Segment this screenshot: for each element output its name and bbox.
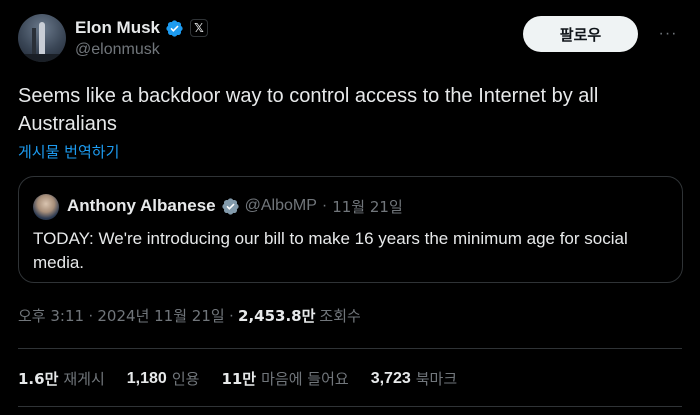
tweet-meta-row: 오후 3:11 · 2024년 11월 21일 · 2,453.8만 조회수 bbox=[18, 305, 361, 326]
tweet-text: Seems like a backdoor way to control acc… bbox=[18, 85, 599, 135]
quotes-label: 인용 bbox=[171, 370, 200, 388]
divider bbox=[18, 406, 682, 407]
quoted-tweet-date[interactable]: 11월 21일 bbox=[332, 196, 403, 217]
author-handle[interactable]: @elonmusk bbox=[75, 41, 208, 59]
avatar-ground-shape bbox=[18, 54, 66, 62]
reposts-count: 1.6만 bbox=[18, 370, 59, 388]
author-names: Elon Musk 𝕏 @elonmusk bbox=[75, 16, 209, 59]
likes-label: 마음에 들어요 bbox=[261, 370, 349, 388]
author-display-name[interactable]: Elon Musk bbox=[75, 18, 160, 38]
meta-separator: · bbox=[228, 306, 235, 324]
translate-post-link[interactable]: 게시물 번역하기 bbox=[18, 141, 119, 162]
quoted-tweet-card[interactable]: Anthony Albanese @AlboMP · 11월 21일 TODAY… bbox=[18, 176, 683, 283]
more-options-icon[interactable]: ··· bbox=[654, 20, 682, 48]
follow-button[interactable]: 팔로우 bbox=[523, 16, 638, 52]
tweet-header: Elon Musk 𝕏 @elonmusk 팔로우 ··· bbox=[18, 14, 682, 66]
likes-count: 11만 bbox=[221, 370, 257, 388]
quoted-tweet-header: Anthony Albanese @AlboMP · 11월 21일 bbox=[67, 193, 403, 219]
author-name-row: Elon Musk 𝕏 bbox=[75, 16, 209, 40]
divider bbox=[18, 348, 682, 349]
tweet-time[interactable]: 오후 3:11 bbox=[18, 305, 84, 326]
avatar-rocket-shape bbox=[39, 22, 45, 56]
views-count: 2,453.8만 bbox=[238, 307, 316, 325]
reposts-stat[interactable]: 1.6만 재게시 bbox=[18, 368, 105, 389]
quoted-verified-badge-icon bbox=[221, 197, 239, 215]
engagement-stats: 1.6만 재게시 1,180 인용 11만 마음에 들어요 3,723 북마크 bbox=[18, 368, 479, 389]
quotes-stat[interactable]: 1,180 인용 bbox=[127, 368, 200, 389]
verified-badge-icon[interactable] bbox=[165, 19, 184, 38]
tweet-date[interactable]: 2024년 11월 21일 bbox=[97, 305, 224, 326]
quotes-count: 1,180 bbox=[126, 369, 167, 387]
likes-stat[interactable]: 11만 마음에 들어요 bbox=[221, 368, 348, 389]
quoted-author-display-name[interactable]: Anthony Albanese bbox=[67, 196, 216, 216]
meta-separator: · bbox=[88, 306, 94, 324]
reposts-label: 재게시 bbox=[63, 370, 105, 388]
quoted-tweet-text: TODAY: We're introducing our bill to mak… bbox=[33, 229, 628, 272]
x-affiliation-badge-icon[interactable]: 𝕏 bbox=[190, 19, 209, 37]
bookmarks-stat[interactable]: 3,723 북마크 bbox=[371, 368, 457, 389]
quoted-meta-separator: · bbox=[321, 197, 328, 214]
author-avatar[interactable] bbox=[18, 14, 66, 62]
quoted-author-avatar[interactable] bbox=[33, 194, 59, 220]
quoted-author-handle[interactable]: @AlboMP bbox=[245, 197, 317, 215]
bookmarks-label: 북마크 bbox=[415, 370, 458, 388]
bookmarks-count: 3,723 bbox=[370, 369, 411, 387]
views-label: 조회수 bbox=[319, 307, 361, 325]
